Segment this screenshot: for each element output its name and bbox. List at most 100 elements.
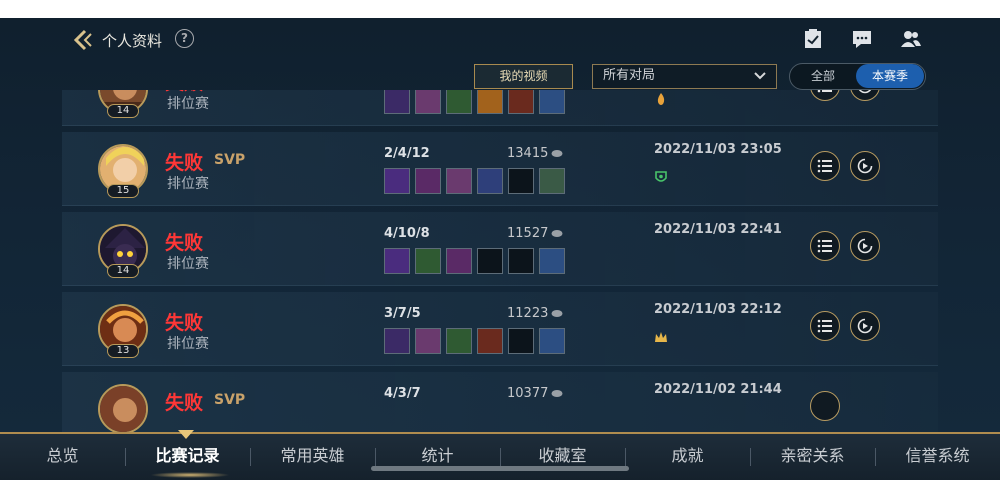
item-slot-empty bbox=[508, 248, 534, 274]
item-slot bbox=[446, 168, 472, 194]
match-mode-select[interactable]: 所有对局 bbox=[592, 64, 777, 89]
item-slot bbox=[384, 90, 410, 114]
gold-coin-icon bbox=[551, 310, 563, 317]
list-icon bbox=[817, 90, 832, 93]
queue-type: 排位赛 bbox=[167, 176, 209, 192]
tab-relationships[interactable]: 亲密关系 bbox=[750, 434, 875, 480]
match-detail-button[interactable] bbox=[810, 311, 840, 341]
item-slot-empty bbox=[477, 248, 503, 274]
item-slot bbox=[477, 90, 503, 114]
back-button[interactable] bbox=[70, 28, 94, 52]
list-icon bbox=[817, 239, 832, 253]
item-slot bbox=[384, 168, 410, 194]
gold-earned: 11223 bbox=[507, 306, 549, 321]
season-current-option[interactable]: 本赛季 bbox=[856, 64, 924, 88]
help-icon[interactable]: ? bbox=[175, 29, 194, 48]
list-icon bbox=[817, 159, 832, 173]
hero-avatar bbox=[98, 384, 148, 432]
replay-button[interactable] bbox=[850, 311, 880, 341]
replay-button[interactable] bbox=[850, 90, 880, 101]
friends-icon[interactable] bbox=[900, 28, 922, 50]
item-slot bbox=[539, 328, 565, 354]
kda: 4/3/7 bbox=[384, 386, 421, 401]
page-title: 个人资料 bbox=[102, 32, 163, 50]
svp-badge: SVP bbox=[214, 392, 246, 408]
item-slot bbox=[539, 90, 565, 114]
replay-icon bbox=[857, 318, 873, 334]
season-toggle[interactable]: 全部 本赛季 bbox=[789, 63, 926, 90]
gold-coin-icon bbox=[551, 150, 563, 157]
item-slot bbox=[384, 328, 410, 354]
tab-honor-system[interactable]: 信誉系统 bbox=[875, 434, 1000, 480]
replay-icon bbox=[858, 90, 872, 94]
match-row[interactable]: 14 失败 排位赛 bbox=[62, 90, 938, 126]
chevron-down-icon bbox=[754, 72, 766, 80]
item-slot bbox=[508, 90, 534, 114]
match-datetime: 2022/11/03 22:41 bbox=[654, 222, 782, 237]
shield-badge-icon bbox=[655, 171, 667, 182]
hero-level: 15 bbox=[107, 184, 139, 198]
item-slot bbox=[415, 90, 441, 114]
match-result: 失败 bbox=[165, 312, 204, 334]
svp-badge: SVP bbox=[214, 152, 246, 168]
tab-statistics[interactable]: 统计 bbox=[375, 434, 500, 480]
bottom-nav: 总览 比赛记录 常用英雄 统计 收藏室 成就 亲密关系 信誉系统 bbox=[0, 430, 1000, 480]
item-slot bbox=[415, 328, 441, 354]
gold-coin-icon bbox=[551, 230, 563, 237]
match-detail-button[interactable] bbox=[810, 90, 840, 101]
back-arrow-icon bbox=[73, 29, 92, 51]
item-slot bbox=[384, 248, 410, 274]
queue-type: 排位赛 bbox=[167, 256, 209, 272]
match-row[interactable]: 14 失败 排位赛 4/10/8 11527 2022/11/03 22:41 bbox=[62, 212, 938, 286]
gold-earned: 11527 bbox=[507, 226, 549, 241]
match-row[interactable]: 13 失败 排位赛 3/7/5 11223 2022/11/03 22:12 bbox=[62, 292, 938, 366]
replay-button[interactable] bbox=[850, 231, 880, 261]
chat-icon[interactable] bbox=[851, 28, 873, 50]
active-tab-glow bbox=[150, 472, 230, 478]
item-slots bbox=[384, 90, 565, 114]
replay-icon bbox=[857, 158, 873, 174]
match-row[interactable]: 失败 SVP 4/3/7 10377 2022/11/02 21:44 bbox=[62, 372, 938, 432]
my-videos-button[interactable]: 我的视频 bbox=[474, 64, 573, 89]
item-slot bbox=[539, 168, 565, 194]
item-slot bbox=[415, 248, 441, 274]
item-slot bbox=[477, 168, 503, 194]
kda: 2/4/12 bbox=[384, 146, 430, 161]
match-detail-button[interactable] bbox=[810, 231, 840, 261]
kda: 3/7/5 bbox=[384, 306, 421, 321]
kda: 4/10/8 bbox=[384, 226, 430, 241]
match-result: 失败 bbox=[165, 392, 204, 414]
home-indicator[interactable] bbox=[371, 466, 629, 471]
tab-collection[interactable]: 收藏室 bbox=[500, 434, 625, 480]
match-detail-button[interactable] bbox=[810, 391, 840, 421]
hero-level: 14 bbox=[107, 104, 139, 118]
match-detail-button[interactable] bbox=[810, 151, 840, 181]
item-slot bbox=[539, 248, 565, 274]
hero-level: 14 bbox=[107, 264, 139, 278]
season-all-option[interactable]: 全部 bbox=[790, 64, 856, 88]
match-list[interactable]: 14 失败 排位赛 bbox=[62, 90, 938, 432]
crown-badge-icon bbox=[655, 332, 667, 342]
item-slot-empty bbox=[508, 168, 534, 194]
list-icon bbox=[817, 319, 832, 333]
replay-icon bbox=[857, 238, 873, 254]
item-slots bbox=[384, 248, 565, 274]
tab-favorite-heroes[interactable]: 常用英雄 bbox=[250, 434, 375, 480]
match-datetime: 2022/11/03 22:12 bbox=[654, 302, 782, 317]
checklist-icon[interactable] bbox=[802, 28, 824, 50]
match-datetime: 2022/11/03 23:05 bbox=[654, 142, 782, 157]
item-slots bbox=[384, 328, 565, 354]
item-slot-empty bbox=[508, 328, 534, 354]
match-mode-value: 所有对局 bbox=[603, 68, 656, 83]
match-datetime: 2022/11/02 21:44 bbox=[654, 382, 782, 397]
tab-achievements[interactable]: 成就 bbox=[625, 434, 750, 480]
replay-button[interactable] bbox=[850, 151, 880, 181]
profile-screen: 个人资料 ? 我的视频 所有对局 全部 本赛季 14 排位赛 15 失败 SVP… bbox=[0, 18, 1000, 480]
flame-badge-icon bbox=[657, 93, 665, 105]
gold-earned: 13415 bbox=[507, 146, 549, 161]
item-slot bbox=[415, 168, 441, 194]
tab-overview[interactable]: 总览 bbox=[0, 434, 125, 480]
item-slot bbox=[446, 328, 472, 354]
match-row[interactable]: 15 失败 SVP 排位赛 2/4/12 13415 2022/11/03 23… bbox=[62, 132, 938, 206]
item-slot bbox=[446, 90, 472, 114]
